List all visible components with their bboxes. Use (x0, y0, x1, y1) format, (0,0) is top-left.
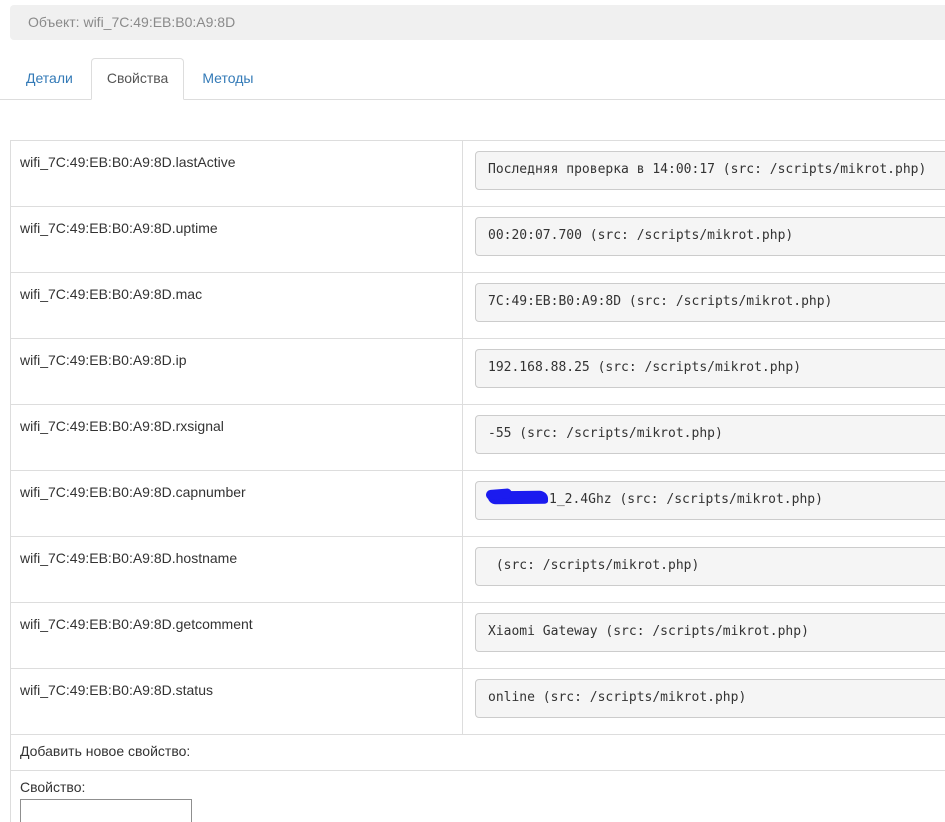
property-value-cell: Xiaomi Gateway (src: /scripts/mikrot.php… (462, 601, 945, 669)
property-value-cell: online (src: /scripts/mikrot.php) (462, 667, 945, 735)
property-row: wifi_7C:49:EB:B0:A9:8D.lastActive Послед… (10, 139, 945, 207)
property-row: wifi_7C:49:EB:B0:A9:8D.capnumber 1_2.4Gh… (10, 469, 945, 537)
tab-bar: Детали Свойства Методы (0, 58, 945, 100)
property-value-box: 1_2.4Ghz (src: /scripts/mikrot.php) (475, 480, 945, 520)
redaction-scribble (487, 491, 549, 505)
property-name: wifi_7C:49:EB:B0:A9:8D.hostname (10, 535, 463, 603)
property-value-cell: 192.168.88.25 (src: /scripts/mikrot.php) (462, 337, 945, 405)
property-name: wifi_7C:49:EB:B0:A9:8D.lastActive (10, 139, 463, 207)
property-name: wifi_7C:49:EB:B0:A9:8D.status (10, 667, 463, 735)
property-name: wifi_7C:49:EB:B0:A9:8D.uptime (10, 205, 463, 273)
add-property-section-label: Добавить новое свойство: (10, 733, 945, 771)
new-property-row: Свойство: (10, 769, 945, 822)
property-value-box: 00:20:07.700 (src: /scripts/mikrot.php) (475, 216, 945, 256)
properties-table: wifi_7C:49:EB:B0:A9:8D.lastActive Послед… (10, 139, 945, 822)
property-value-box: 192.168.88.25 (src: /scripts/mikrot.php) (475, 348, 945, 388)
new-property-cell: Свойство: (10, 769, 945, 822)
tab-properties-link[interactable]: Свойства (90, 58, 185, 100)
tab-methods-link[interactable]: Методы (186, 58, 269, 100)
add-property-header-row: Добавить новое свойство: (10, 733, 945, 771)
property-value-cell: Последняя проверка в 14:00:17 (src: /scr… (462, 139, 945, 207)
property-value-box: Последняя проверка в 14:00:17 (src: /scr… (475, 150, 945, 190)
property-value-box: online (src: /scripts/mikrot.php) (475, 678, 945, 718)
properties-panel: wifi_7C:49:EB:B0:A9:8D.lastActive Послед… (10, 139, 945, 822)
property-value-cell: (src: /scripts/mikrot.php) (462, 535, 945, 603)
property-row: wifi_7C:49:EB:B0:A9:8D.getcomment Xiaomi… (10, 601, 945, 669)
property-row: wifi_7C:49:EB:B0:A9:8D.hostname (src: /s… (10, 535, 945, 603)
tab-methods[interactable]: Методы (186, 58, 269, 100)
property-value-box: 7C:49:EB:B0:A9:8D (src: /scripts/mikrot.… (475, 282, 945, 322)
property-value-cell: 1_2.4Ghz (src: /scripts/mikrot.php) (462, 469, 945, 537)
property-row: wifi_7C:49:EB:B0:A9:8D.ip 192.168.88.25 … (10, 337, 945, 405)
property-row: wifi_7C:49:EB:B0:A9:8D.mac 7C:49:EB:B0:A… (10, 271, 945, 339)
property-value-box: Xiaomi Gateway (src: /scripts/mikrot.php… (475, 612, 945, 652)
property-name: wifi_7C:49:EB:B0:A9:8D.ip (10, 337, 463, 405)
property-row: wifi_7C:49:EB:B0:A9:8D.status online (sr… (10, 667, 945, 735)
property-name: wifi_7C:49:EB:B0:A9:8D.getcomment (10, 601, 463, 669)
property-name: wifi_7C:49:EB:B0:A9:8D.rxsignal (10, 403, 463, 471)
property-value-cell: 7C:49:EB:B0:A9:8D (src: /scripts/mikrot.… (462, 271, 945, 339)
object-header: Объект: wifi_7C:49:EB:B0:A9:8D (10, 5, 945, 40)
tab-properties[interactable]: Свойства (90, 58, 185, 100)
tab-details[interactable]: Детали (10, 58, 89, 100)
object-title: Объект: wifi_7C:49:EB:B0:A9:8D (28, 14, 236, 30)
property-field-label: Свойство: (20, 778, 86, 795)
property-row: wifi_7C:49:EB:B0:A9:8D.uptime 00:20:07.7… (10, 205, 945, 273)
property-value-box: (src: /scripts/mikrot.php) (475, 546, 945, 586)
property-row: wifi_7C:49:EB:B0:A9:8D.rxsignal -55 (src… (10, 403, 945, 471)
new-property-name-input[interactable] (20, 798, 192, 822)
property-value-box: -55 (src: /scripts/mikrot.php) (475, 414, 945, 454)
property-name: wifi_7C:49:EB:B0:A9:8D.mac (10, 271, 463, 339)
tab-details-link[interactable]: Детали (10, 58, 89, 100)
property-name: wifi_7C:49:EB:B0:A9:8D.capnumber (10, 469, 463, 537)
property-value-cell: 00:20:07.700 (src: /scripts/mikrot.php) (462, 205, 945, 273)
property-value-cell: -55 (src: /scripts/mikrot.php) (462, 403, 945, 471)
